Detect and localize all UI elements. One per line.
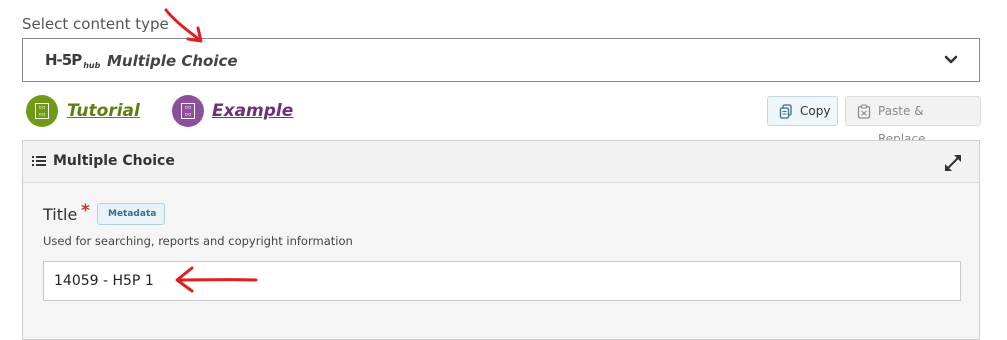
example-link[interactable]: Example (212, 101, 293, 121)
selected-content-type: Multiple Choice (107, 52, 238, 70)
required-marker: * (81, 201, 90, 221)
copy-icon (779, 104, 792, 119)
title-field-description: Used for searching, reports and copyrigh… (43, 234, 353, 248)
h5p-hub-logo: H-5P hub (45, 51, 100, 75)
h5p-logo-text: H-5P (45, 51, 82, 69)
title-field-label: Title (43, 205, 78, 224)
multiple-choice-editor: Multiple Choice Title * Metadata Used fo… (22, 140, 980, 340)
clipboard-icon (857, 104, 871, 119)
content-type-label: Select content type (22, 15, 169, 33)
copy-button[interactable]: Copy (767, 96, 838, 126)
copy-label: Copy (800, 104, 831, 118)
example-book-icon: ▫▫ ▫▫ (181, 103, 195, 119)
annotation-arrow-icon (164, 8, 203, 43)
chevron-down-icon[interactable] (943, 53, 959, 67)
expand-icon[interactable] (943, 153, 963, 173)
annotation-arrow-icon (175, 266, 258, 293)
example-icon[interactable]: ▫▫ ▫▫ (172, 95, 204, 127)
metadata-button[interactable]: Metadata (97, 203, 166, 225)
editor-header[interactable]: Multiple Choice (23, 141, 979, 183)
editor-section-title: Multiple Choice (53, 153, 175, 169)
tutorial-icon[interactable]: ▫▫ ▫▫ (26, 95, 58, 127)
hub-logo-subtext: hub (83, 61, 101, 70)
list-icon (32, 156, 46, 166)
tutorial-book-icon: ▫▫ ▫▫ (35, 103, 49, 119)
paste-replace-button[interactable]: Paste & Replace (845, 96, 981, 146)
tutorial-link[interactable]: Tutorial (67, 101, 140, 121)
